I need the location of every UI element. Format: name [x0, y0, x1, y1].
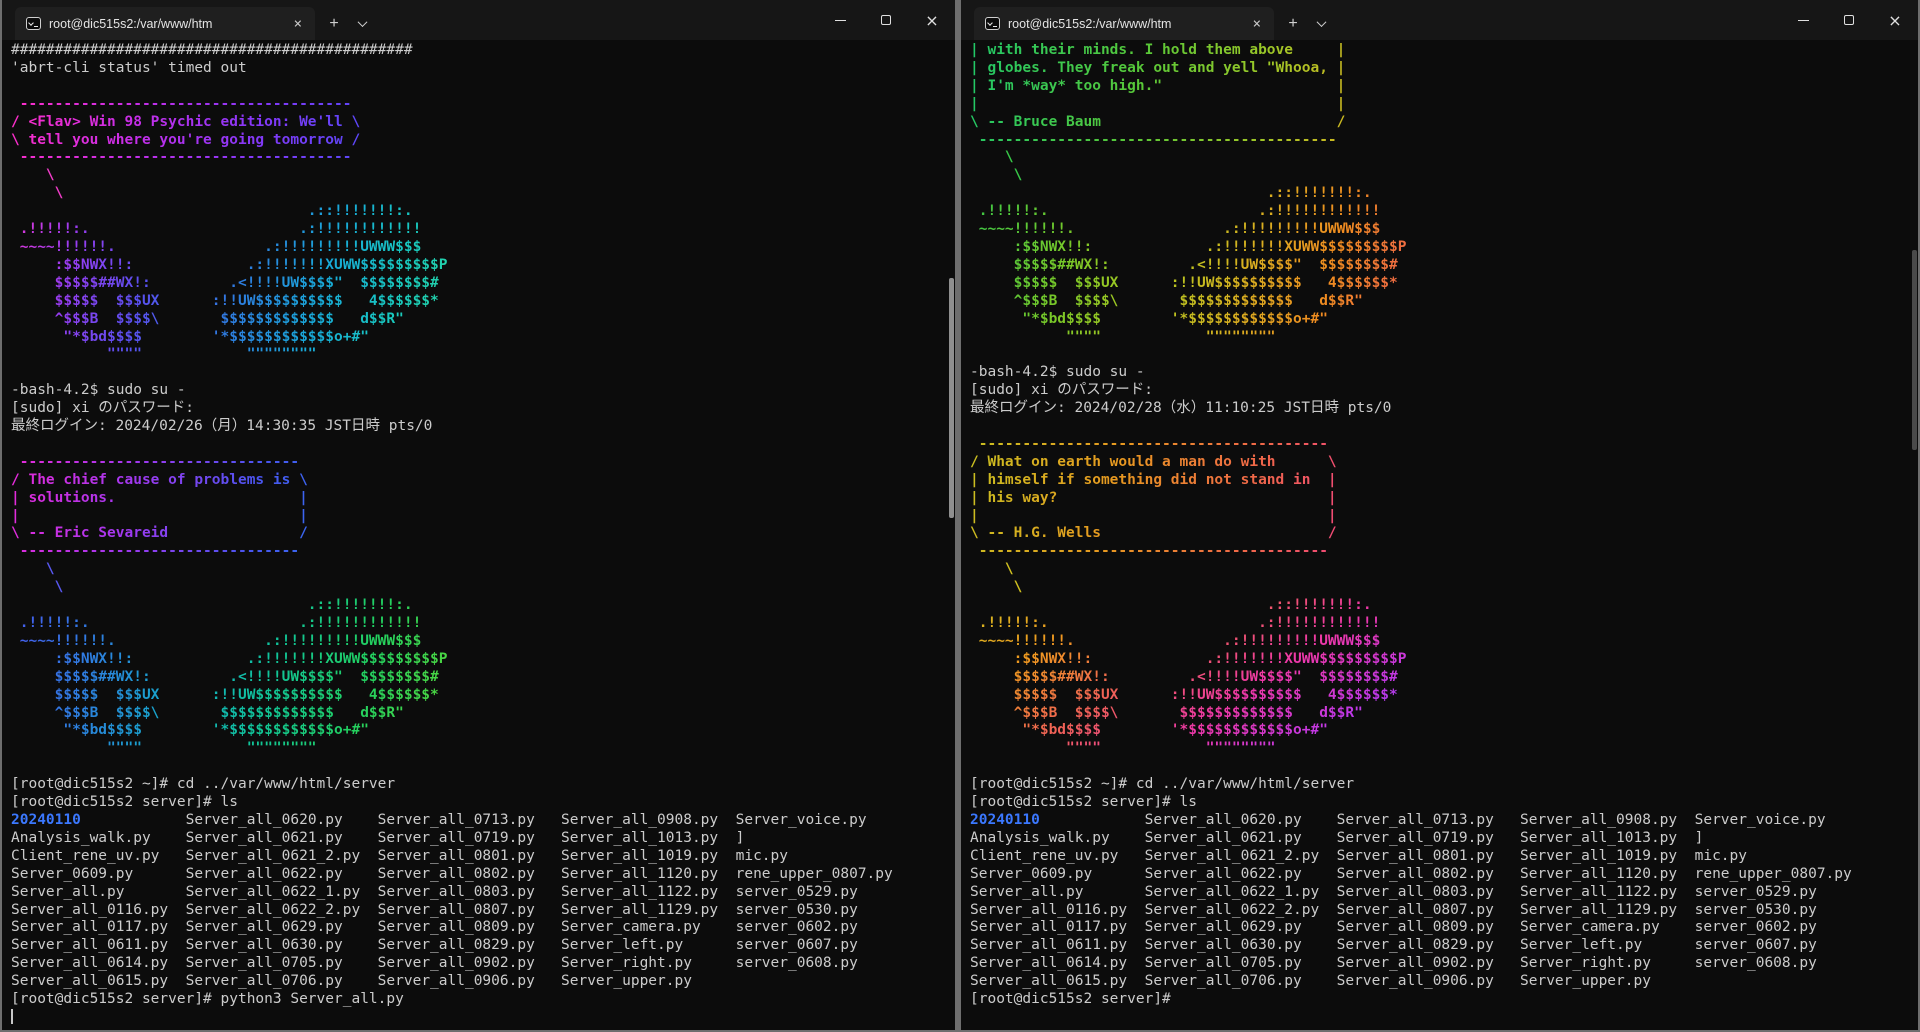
close-button[interactable]: × [909, 0, 955, 40]
ascii-art-logo: .::!!!!!!!:. .!!!!!:. .:!!!!!!!!!!!! ~~~… [970, 597, 1407, 758]
shell-commands: [root@dic515s2 ~]# cd ../var/www/html/se… [11, 758, 395, 812]
cmd-terminal-icon [985, 17, 1000, 30]
shell-prompt: [root@dic515s2 server]# [970, 991, 1171, 1009]
maximize-button[interactable] [1826, 0, 1872, 40]
ascii-art-logo: .::!!!!!!!:. .!!!!!:. .:!!!!!!!!!!!! ~~~… [970, 185, 1407, 346]
terminal-screen[interactable]: ########################################… [2, 40, 955, 1027]
tab-title: root@dic515s2:/var/www/htm [1008, 17, 1241, 31]
close-button[interactable]: × [1872, 0, 1918, 40]
tab-close-icon[interactable]: × [1249, 16, 1265, 32]
titlebar[interactable]: root@dic515s2:/var/www/htm × + × [2, 0, 955, 40]
titlebar[interactable]: root@dic515s2:/var/www/htm × + × [961, 0, 1918, 40]
fortune-quote-baum: | with their minds. I hold them above ||… [970, 42, 1345, 149]
fortune-quote-wells: ----------------------------------------… [970, 436, 1337, 561]
shell-session-sudo: -bash-4.2$ sudo su -[sudo] xi のパスワード:最終ロ… [970, 346, 1391, 436]
motd-header: ########################################… [11, 42, 413, 96]
tab-close-icon[interactable]: × [290, 16, 306, 32]
minimize-button[interactable] [817, 0, 863, 40]
file-listing: 20240110 Server_all_0620.py Server_all_0… [11, 812, 893, 991]
cow-tail: \ \ [11, 561, 63, 597]
terminal-window-left: root@dic515s2:/var/www/htm × + × #######… [2, 0, 955, 1030]
new-tab-button[interactable]: + [319, 7, 349, 40]
ascii-art-logo: .::!!!!!!!:. .!!!!!:. .:!!!!!!!!!!!! ~~~… [11, 203, 448, 364]
cow-tail: \ \ [970, 561, 1022, 597]
file-listing: 20240110 Server_all_0620.py Server_all_0… [970, 812, 1852, 991]
shell-session-sudo: -bash-4.2$ sudo su -[sudo] xi のパスワード:最終ロ… [11, 364, 432, 454]
scrollbar-thumb[interactable] [949, 278, 954, 518]
maximize-button[interactable] [863, 0, 909, 40]
cmd-terminal-icon [26, 17, 41, 30]
directory-entry: 20240110 [970, 812, 1145, 828]
minimize-button[interactable] [1780, 0, 1826, 40]
tab-dropdown-chevron-icon[interactable] [1308, 7, 1334, 40]
terminal-window-right: root@dic515s2:/var/www/htm × + × | with … [961, 0, 1918, 1030]
cursor-line [11, 1009, 13, 1027]
run-command: [root@dic515s2 server]# python3 Server_a… [11, 991, 404, 1009]
scrollbar-thumb[interactable] [1912, 250, 1917, 450]
terminal-tab[interactable]: root@dic515s2:/var/www/htm × [974, 7, 1274, 40]
fortune-quote-flav: --------------------------------------/ … [11, 96, 360, 168]
terminal-tab[interactable]: root@dic515s2:/var/www/htm × [15, 7, 315, 40]
directory-entry: 20240110 [11, 812, 186, 828]
terminal-screen[interactable]: | with their minds. I hold them above ||… [961, 40, 1918, 1009]
cow-tail: \ \ [970, 149, 1022, 185]
tab-title: root@dic515s2:/var/www/htm [49, 17, 282, 31]
new-tab-button[interactable]: + [1278, 7, 1308, 40]
ascii-art-logo: .::!!!!!!!:. .!!!!!:. .:!!!!!!!!!!!! ~~~… [11, 597, 448, 758]
tab-dropdown-chevron-icon[interactable] [349, 7, 375, 40]
shell-commands: [root@dic515s2 ~]# cd ../var/www/html/se… [970, 758, 1354, 812]
terminal-cursor [11, 1009, 13, 1024]
cow-tail: \ \ [11, 167, 63, 203]
fortune-quote-sevareid: --------------------------------/ The ch… [11, 454, 308, 561]
